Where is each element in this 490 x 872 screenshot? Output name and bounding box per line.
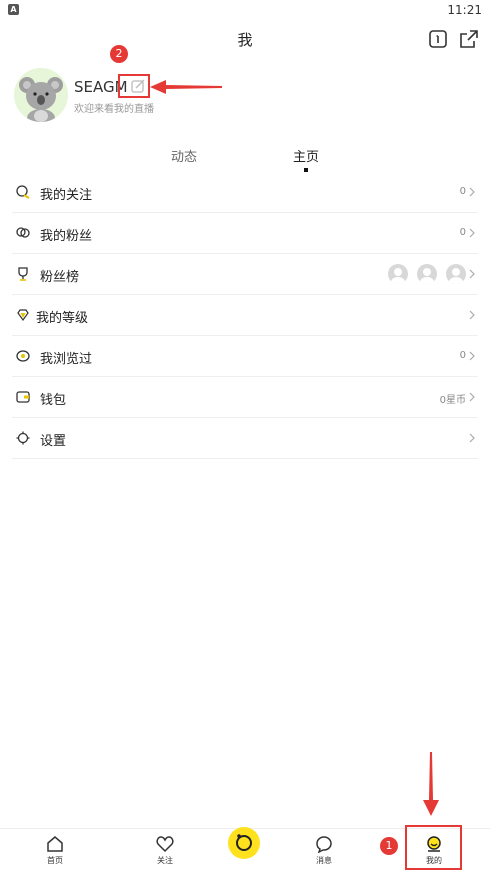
tab-zhuye[interactable]: 主页	[293, 146, 319, 165]
menu-value: 0星币	[439, 395, 466, 406]
settings-icon	[16, 431, 30, 445]
fan-avatar-placeholder	[387, 264, 408, 284]
menu-value: 0	[459, 350, 466, 361]
profile-header[interactable]: SEAGM 欢迎来看我的直播	[14, 68, 484, 124]
chevron-right-icon	[469, 310, 475, 320]
top-fans-avatars	[384, 264, 466, 284]
menu-label: 钱包	[40, 393, 67, 408]
fan-avatar-placeholder	[446, 264, 466, 284]
menu-label: 我的关注	[40, 188, 93, 203]
nav-home[interactable]: 首页	[35, 835, 75, 866]
chevron-right-icon	[469, 187, 475, 197]
menu-label: 我浏览过	[40, 352, 93, 367]
annotation-badge-1: 1	[380, 837, 398, 855]
fan-avatar-placeholder	[416, 264, 437, 284]
status-bar: A 11:21	[0, 0, 490, 22]
menu-label: 设置	[40, 434, 67, 449]
calendar-icon[interactable]	[428, 29, 448, 49]
share-icon[interactable]	[459, 29, 479, 49]
annotation-arrow-down-icon	[423, 752, 439, 816]
menu-item-fans[interactable]: 我的粉丝 0	[12, 213, 478, 254]
app-notification-icon: A	[8, 4, 19, 15]
wallet-icon	[16, 391, 30, 403]
trophy-icon	[18, 267, 28, 281]
menu-label: 粉丝榜	[40, 270, 80, 285]
menu-item-level[interactable]: 我的等级	[12, 295, 478, 336]
fans-icon	[16, 227, 30, 238]
menu-item-history[interactable]: 我浏览过 0	[12, 336, 478, 377]
menu-item-follow[interactable]: 我的关注 0	[12, 172, 478, 213]
chevron-right-icon	[469, 392, 475, 402]
menu-item-wallet[interactable]: 钱包 0星币	[12, 377, 478, 418]
chevron-right-icon	[469, 269, 475, 279]
status-time: 11:21	[447, 3, 482, 17]
home-icon	[47, 836, 63, 852]
menu-value: 0	[459, 227, 466, 238]
menu-list: 我的关注 0 我的粉丝 0 粉丝榜 我的等级 我浏览过 0 钱包 0星币 设置	[12, 172, 478, 459]
menu-label: 我的等级	[36, 311, 89, 326]
chevron-right-icon	[469, 228, 475, 238]
annotation-arrow-left-icon	[150, 80, 222, 94]
page-title: 我	[237, 31, 253, 49]
avatar[interactable]	[14, 68, 68, 122]
nav-label: 消息	[316, 856, 332, 865]
tab-dongtai[interactable]: 动态	[171, 146, 197, 165]
menu-value: 0	[459, 186, 466, 197]
chevron-right-icon	[469, 433, 475, 443]
heart-icon	[156, 836, 174, 853]
live-button[interactable]	[228, 827, 260, 859]
nav-label: 关注	[157, 856, 173, 865]
top-bar: 我	[0, 24, 490, 54]
annotation-box-edit	[118, 74, 150, 98]
nav-message[interactable]: 消息	[304, 835, 344, 866]
follow-icon	[16, 185, 30, 199]
nav-label: 首页	[47, 856, 63, 865]
profile-subtitle: 欢迎来看我的直播	[74, 104, 154, 115]
menu-item-fans-ranking[interactable]: 粉丝榜	[12, 254, 478, 295]
eye-icon	[16, 350, 30, 362]
annotation-box-mine	[405, 825, 462, 870]
camera-lens-icon	[236, 834, 252, 851]
chevron-right-icon	[469, 351, 475, 361]
annotation-badge-2: 2	[110, 45, 128, 63]
menu-label: 我的粉丝	[40, 229, 93, 244]
nav-follow[interactable]: 关注	[145, 835, 185, 866]
koala-avatar-icon	[19, 77, 63, 122]
diamond-icon	[17, 309, 29, 322]
message-icon	[316, 836, 332, 853]
menu-item-settings[interactable]: 设置	[12, 418, 478, 459]
